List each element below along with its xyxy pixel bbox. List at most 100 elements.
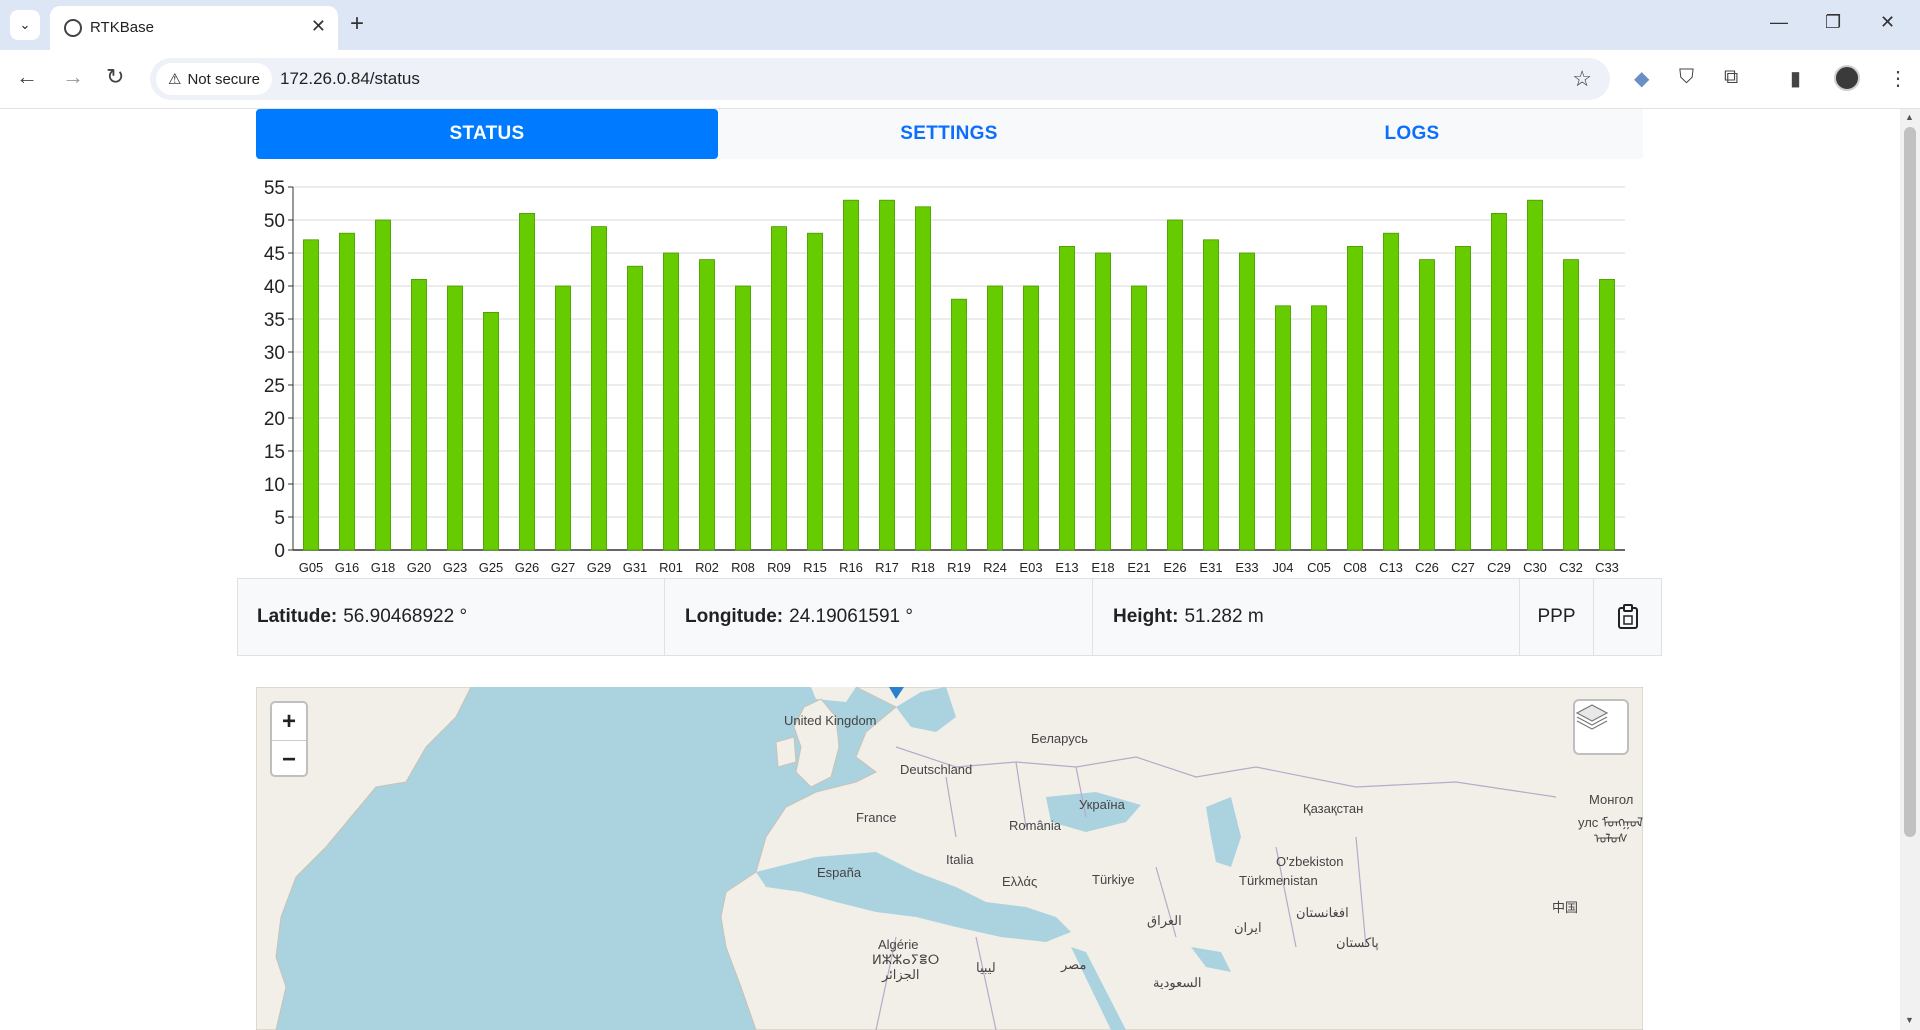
map-label: 中国: [1552, 900, 1579, 915]
x-tick-label: C29: [1487, 560, 1511, 575]
browser-tab[interactable]: RTKBase ✕: [50, 6, 338, 50]
tab-logs[interactable]: LOGS: [1181, 109, 1643, 159]
bar: [303, 239, 319, 551]
shield-icon[interactable]: ⛉: [1679, 66, 1694, 89]
bar: [915, 206, 931, 551]
map-label: ليبيا: [976, 960, 996, 975]
zoom-control: + −: [270, 701, 308, 777]
bar: [1275, 305, 1291, 551]
x-tick-label: J04: [1273, 560, 1294, 575]
x-tick-label: G18: [371, 560, 396, 575]
new-tab-plus-icon[interactable]: +: [350, 10, 364, 38]
bar: [1167, 219, 1183, 551]
map-label: O'zbekiston: [1276, 854, 1344, 869]
back-arrow-icon[interactable]: ←: [16, 64, 38, 90]
tab-settings[interactable]: SETTINGS: [718, 109, 1180, 159]
bookmark-star-icon[interactable]: ☆: [1572, 66, 1592, 92]
y-tick-label: 30: [264, 343, 285, 364]
height-value: 51.282 m: [1184, 606, 1264, 627]
bar: [1599, 279, 1615, 551]
x-tick-label: C33: [1595, 560, 1619, 575]
scroll-thumb[interactable]: [1904, 127, 1916, 837]
x-tick-label: G05: [299, 560, 324, 575]
kebab-menu-icon[interactable]: ⋮: [1888, 66, 1908, 91]
map-label: Deutschland: [900, 762, 973, 777]
x-tick-label: C13: [1379, 560, 1403, 575]
extension-bird-icon[interactable]: ◆: [1634, 66, 1649, 91]
x-tick-label: E26: [1163, 560, 1186, 575]
security-chip[interactable]: ⚠ Not secure: [156, 63, 272, 95]
page-content: STATUS SETTINGS LOGS 0 5 10 15 20 25 30 35 40 45 5…: [0, 109, 1900, 1030]
close-window-icon[interactable]: ✕: [1880, 12, 1895, 33]
x-tick-label: C08: [1343, 560, 1367, 575]
security-label: Not secure: [187, 70, 260, 88]
map-label: Türkiye: [1092, 872, 1135, 887]
tab-status[interactable]: STATUS: [256, 109, 718, 159]
map-label: Україна: [1079, 797, 1125, 812]
y-tick-label: 10: [264, 475, 285, 496]
bar: [483, 311, 499, 551]
bar: [375, 219, 391, 551]
globe-icon: [64, 19, 82, 37]
y-tick-label: 20: [264, 409, 285, 430]
zoom-out-button[interactable]: −: [272, 741, 306, 778]
latitude-label: Latitude:: [257, 606, 338, 627]
puzzle-icon[interactable]: ⧉: [1724, 66, 1738, 89]
bar: [1347, 246, 1363, 551]
solution-mode-badge: PPP: [1520, 579, 1594, 655]
tab-close-icon[interactable]: ✕: [311, 16, 326, 37]
address-bar[interactable]: ⚠ Not secure 172.26.0.84/status ☆: [150, 58, 1610, 100]
map-view[interactable]: + − United Kingdom Беларусь Deutschland …: [256, 687, 1643, 1030]
bar: [1059, 246, 1075, 551]
longitude-value: 24.19061591 °: [789, 606, 913, 627]
longitude-label: Longitude:: [685, 606, 784, 627]
map-label: ایران: [1234, 920, 1262, 935]
page-scrollbar[interactable]: ▲ ▼: [1900, 109, 1920, 1030]
map-label: România: [1009, 818, 1062, 833]
x-tick-label: R24: [983, 560, 1007, 575]
map-label: ⵍⵣⵣⴰⵢⴻⵔ: [872, 952, 940, 967]
bar: [1383, 232, 1399, 551]
warning-triangle-icon: ⚠: [168, 71, 182, 88]
tab-title: RTKBase: [90, 19, 154, 36]
x-tick-label: R18: [911, 560, 935, 575]
x-tick-label: C05: [1307, 560, 1331, 575]
bar: [627, 265, 643, 551]
reload-icon[interactable]: ↻: [106, 64, 124, 90]
forward-arrow-icon[interactable]: →: [62, 64, 84, 90]
map-label: Algérie: [878, 937, 919, 952]
bar: [951, 298, 967, 551]
zoom-in-button[interactable]: +: [272, 703, 306, 741]
x-tick-label: R01: [659, 560, 683, 575]
bar: [1491, 213, 1507, 551]
bar: [1311, 305, 1327, 551]
latitude-cell: Latitude: 56.90468922 °: [238, 579, 665, 655]
x-tick-label: G26: [515, 560, 540, 575]
x-tick-label: R15: [803, 560, 827, 575]
tab-search-chevron-icon[interactable]: ⌄: [10, 10, 40, 40]
latitude-value: 56.90468922 °: [343, 606, 468, 627]
clipboard-icon: [1617, 604, 1638, 629]
layers-button[interactable]: [1573, 699, 1629, 755]
x-tick-label: G31: [623, 560, 648, 575]
bar: [1095, 252, 1111, 551]
url-text[interactable]: 172.26.0.84/status: [280, 69, 420, 89]
profile-avatar[interactable]: [1834, 65, 1860, 91]
map-label: پاکستان: [1336, 935, 1379, 950]
restore-icon[interactable]: ❐: [1825, 12, 1841, 33]
scroll-down-arrow-icon[interactable]: ▼: [1905, 1015, 1914, 1025]
bar: [1131, 285, 1147, 551]
scroll-up-arrow-icon[interactable]: ▲: [1905, 112, 1914, 122]
x-tick-label: R02: [695, 560, 719, 575]
x-tick-label: R17: [875, 560, 899, 575]
sidebar-icon[interactable]: ▮: [1790, 66, 1801, 91]
minimize-icon[interactable]: —: [1770, 12, 1788, 33]
y-tick-label: 5: [274, 508, 285, 529]
x-tick-label: R16: [839, 560, 863, 575]
layers-icon: [1575, 704, 1609, 730]
copy-clipboard-button[interactable]: [1594, 579, 1661, 655]
x-tick-label: G27: [551, 560, 576, 575]
y-tick-label: 50: [264, 211, 285, 232]
map-label: Türkmenistan: [1239, 873, 1318, 888]
bar: [1527, 199, 1543, 551]
